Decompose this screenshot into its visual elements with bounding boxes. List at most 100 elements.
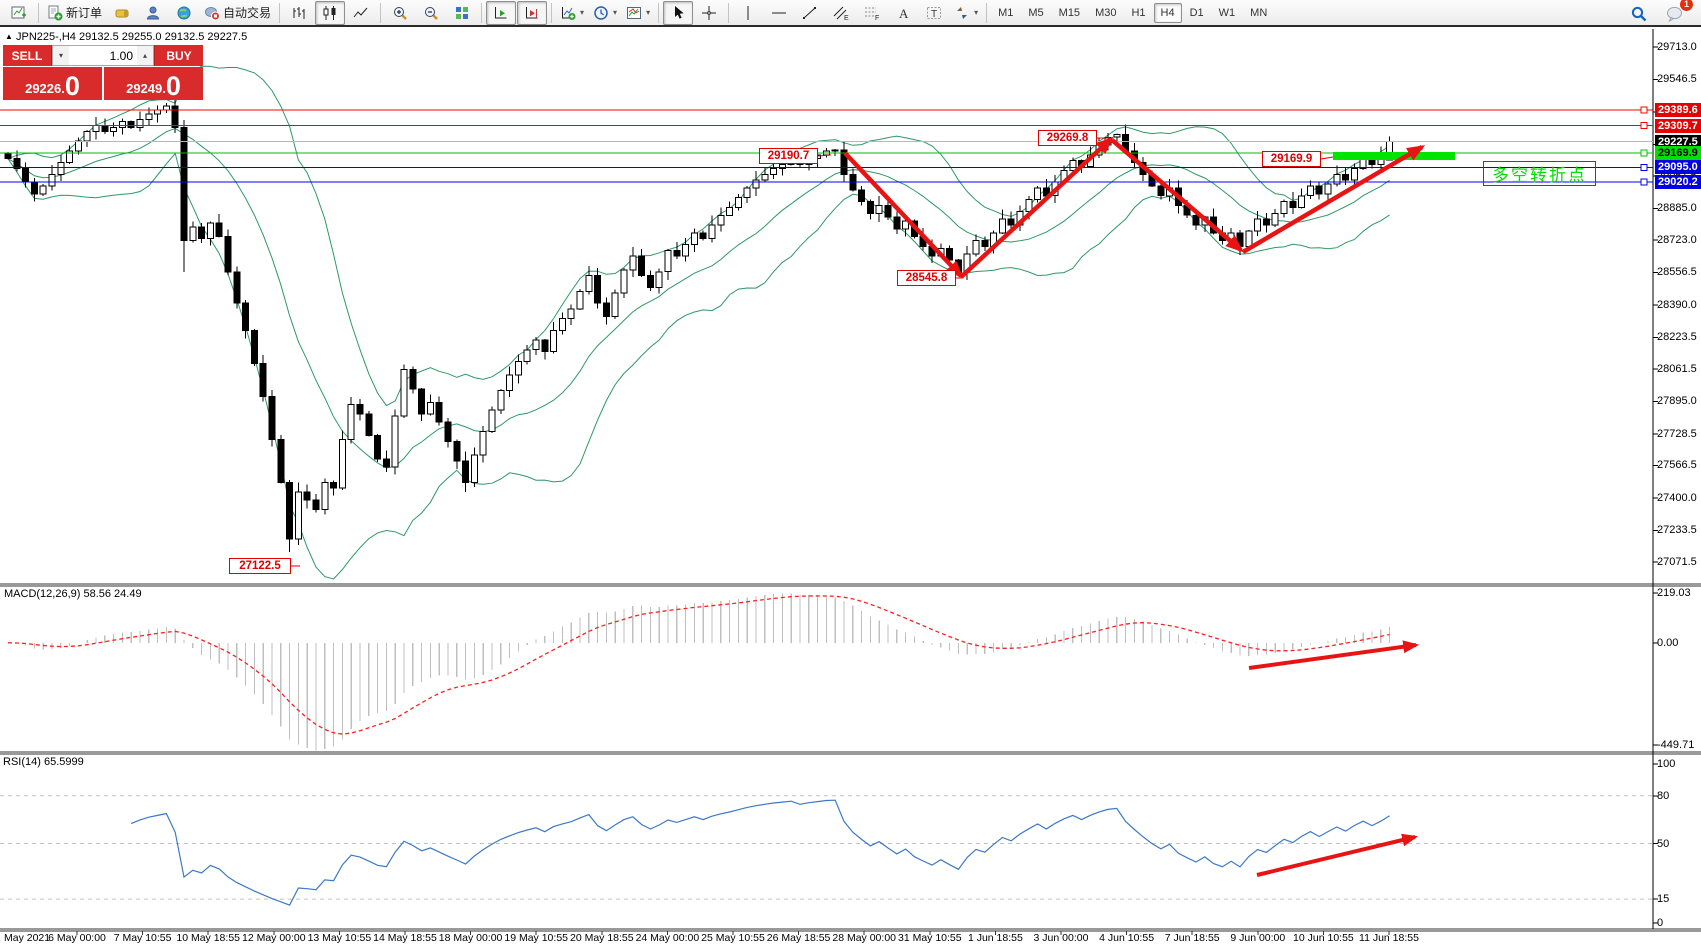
horizontal-line-button[interactable] [764,1,794,25]
rsi-level-lines [0,796,1653,899]
toolbar-separator [551,3,552,23]
new-chart-button[interactable] [4,1,34,25]
fibonacci-button[interactable]: F [857,1,887,25]
timeframe-w1[interactable]: W1 [1212,3,1243,23]
text-label-button[interactable]: T [919,1,949,25]
timeframe-d1[interactable]: D1 [1183,3,1211,23]
template-icon [626,5,642,21]
trend-arrow-2[interactable] [961,139,1111,277]
candles-icon [322,5,338,21]
equidistant-channel-button[interactable]: E [826,1,856,25]
line-handle[interactable] [1641,165,1647,171]
channel-icon: E [833,5,849,21]
chartnew-icon [11,5,27,21]
zoomin-icon [392,5,408,21]
timeframe-h1[interactable]: H1 [1124,3,1152,23]
line-handle[interactable] [1641,107,1647,113]
crosshair-icon [701,5,717,21]
autotrade-icon [204,5,220,21]
toolbar-separator [380,3,381,23]
vertical-line-button[interactable] [733,1,763,25]
line-handle[interactable] [1641,123,1647,129]
search-button[interactable] [1623,1,1653,25]
svg-text:T: T [931,9,937,20]
navigator-button[interactable] [138,1,168,25]
bars-icon [291,5,307,21]
mql5-community-button[interactable] [169,1,199,25]
periods-button[interactable]: ▾ [589,1,621,25]
new-order-button[interactable]: 新订单 [43,1,106,25]
auto-scroll-button[interactable] [486,1,516,25]
linechart-icon [353,5,369,21]
indicators-icon [560,5,576,21]
timeframe-m1[interactable]: M1 [991,3,1020,23]
candlestick-chart-button[interactable] [315,1,345,25]
cursor-button[interactable] [663,1,693,25]
order-icon [47,5,63,21]
highlight-zone[interactable] [1333,152,1455,160]
notification-count-badge: 1 [1679,0,1694,12]
auto-trading-button[interactable]: 自动交易 [200,1,275,25]
svg-text:A: A [899,6,909,21]
arrows-tool-button[interactable]: ▾ [950,1,982,25]
chart-canvas [0,0,1701,944]
cursor-icon [670,5,686,21]
templates-button[interactable]: ▾ [622,1,654,25]
dropdown-arrow-icon: ▾ [974,8,978,17]
trend-arrow-5[interactable] [1249,645,1416,668]
sponge-icon [114,5,130,21]
trend-arrow-1[interactable] [845,153,961,276]
autoscroll-icon [493,5,509,21]
notifications-button[interactable]: 1 [1659,1,1689,25]
macd-histogram [8,594,1390,751]
toolbar-separator [279,3,280,23]
text-button[interactable]: A [888,1,918,25]
timeframe-m30[interactable]: M30 [1088,3,1123,23]
trend-arrow-3[interactable] [1112,140,1241,250]
zoom-in-button[interactable] [385,1,415,25]
time-axis-ticks [77,931,1389,935]
market-watch-button[interactable] [107,1,137,25]
bollinger-upper-band [8,66,1390,406]
price-axis-ticks [1653,47,1658,923]
toolbar-separator [728,3,729,23]
line-chart-button[interactable] [346,1,376,25]
bar-chart-button[interactable] [284,1,314,25]
fibo-icon: F [864,5,880,21]
rsi-line [131,800,1389,905]
timeframe-mn[interactable]: MN [1243,3,1274,23]
toolbar-separator [481,3,482,23]
tline-icon [802,5,818,21]
search-icon [1630,5,1646,21]
timeframe-m15[interactable]: M15 [1052,3,1087,23]
shift-icon [524,5,540,21]
chart-shift-button[interactable] [517,1,547,25]
indicators-button[interactable]: ▾ [556,1,588,25]
horizontal-level-lines [0,107,1653,185]
line-handle[interactable] [1641,150,1647,156]
svg-text:E: E [844,15,849,21]
zoom-out-button[interactable] [416,1,446,25]
line-handle[interactable] [1641,179,1647,185]
trend-arrow-4[interactable] [1243,147,1422,252]
trend-arrow-6[interactable] [1257,837,1415,875]
arrows-icon [954,5,970,21]
svg-text:F: F [875,15,879,21]
vline-icon [740,5,756,21]
timeframe-h4[interactable]: H4 [1154,3,1182,23]
trendline-button[interactable] [795,1,825,25]
dropdown-arrow-icon: ▾ [613,8,617,17]
toolbar-right: 1 [1623,1,1697,25]
crosshair-button[interactable] [694,1,724,25]
toolbar-separator [38,3,39,23]
hline-icon [771,5,787,21]
dropdown-arrow-icon: ▾ [580,8,584,17]
tile-icon [454,5,470,21]
dropdown-arrow-icon: ▾ [646,8,650,17]
clock-icon [593,5,609,21]
tile-windows-button[interactable] [447,1,477,25]
chart-window: ▲ JPN225-,H4 29132.5 29255.0 29132.5 292… [0,0,1701,944]
timeframe-m5[interactable]: M5 [1021,3,1050,23]
macd-signal-line [8,596,1390,734]
zoomout-icon [423,5,439,21]
